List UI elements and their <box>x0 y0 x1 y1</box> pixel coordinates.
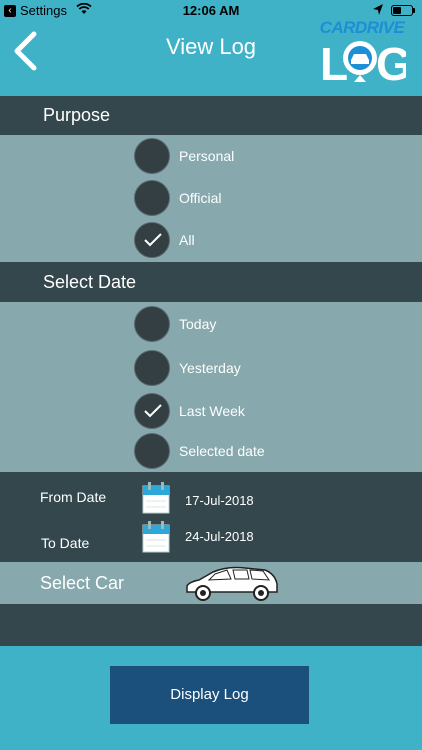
radio-official[interactable] <box>134 180 170 216</box>
to-date-label: To Date <box>41 535 90 551</box>
battery-icon <box>391 5 413 16</box>
display-log-button[interactable]: Display Log <box>110 666 309 724</box>
date-panel: Today Yesterday Last Week Selected date <box>0 302 422 472</box>
nav-bar: View Log CARDRIVE L G <box>0 18 422 96</box>
status-time: 12:06 AM <box>182 3 240 18</box>
date-section-header: Select Date <box>0 262 422 302</box>
radio-personal[interactable] <box>134 138 170 174</box>
to-date-value[interactable]: 24-Jul-2018 <box>185 529 254 544</box>
battery-tip <box>413 8 415 13</box>
checkmark-icon <box>144 233 162 247</box>
purpose-option-all[interactable]: All <box>134 222 394 260</box>
purpose-section-header: Purpose <box>0 96 422 135</box>
option-label: Yesterday <box>179 360 241 376</box>
radio-yesterday[interactable] <box>134 350 170 386</box>
from-date-value[interactable]: 17-Jul-2018 <box>185 493 254 508</box>
radio-last-week[interactable] <box>134 393 170 429</box>
radio-all[interactable] <box>134 222 170 258</box>
calendar-icon[interactable] <box>142 480 170 514</box>
option-label: Personal <box>179 148 235 164</box>
date-option-last-week[interactable]: Last Week <box>134 393 394 431</box>
purpose-option-personal[interactable]: Personal <box>134 138 394 176</box>
from-date-label: From Date <box>40 489 107 505</box>
option-label: All <box>179 232 195 248</box>
purpose-panel: Personal Official All <box>0 135 422 262</box>
option-label: Selected date <box>179 443 265 459</box>
date-option-selected-date[interactable]: Selected date <box>134 433 394 471</box>
select-car-label: Select Car <box>40 573 125 593</box>
date-range-panel: From Date 17-Jul-2018 To Date 24-Jul-201… <box>0 472 422 562</box>
radio-selected-date[interactable] <box>134 433 170 469</box>
date-option-today[interactable]: Today <box>134 306 394 344</box>
car-icon[interactable] <box>183 562 281 604</box>
location-arrow-icon <box>373 4 383 15</box>
option-label: Today <box>179 316 217 332</box>
purpose-title: Purpose <box>43 105 111 125</box>
logo-top-text: CARDRIVE <box>319 18 405 37</box>
svg-text:G: G <box>376 38 406 84</box>
app-logo: CARDRIVE L G <box>318 18 406 88</box>
date-option-yesterday[interactable]: Yesterday <box>134 350 394 388</box>
logo-log-mark: L G <box>320 38 406 84</box>
date-section-title: Select Date <box>43 272 137 292</box>
radio-today[interactable] <box>134 306 170 342</box>
select-car-row[interactable]: Select Car <box>0 562 422 604</box>
checkmark-icon <box>144 404 162 418</box>
option-label: Last Week <box>179 403 245 419</box>
calendar-icon[interactable] <box>142 519 170 553</box>
option-label: Official <box>179 190 222 206</box>
divider-strip <box>0 604 422 646</box>
purpose-option-official[interactable]: Official <box>134 180 394 218</box>
